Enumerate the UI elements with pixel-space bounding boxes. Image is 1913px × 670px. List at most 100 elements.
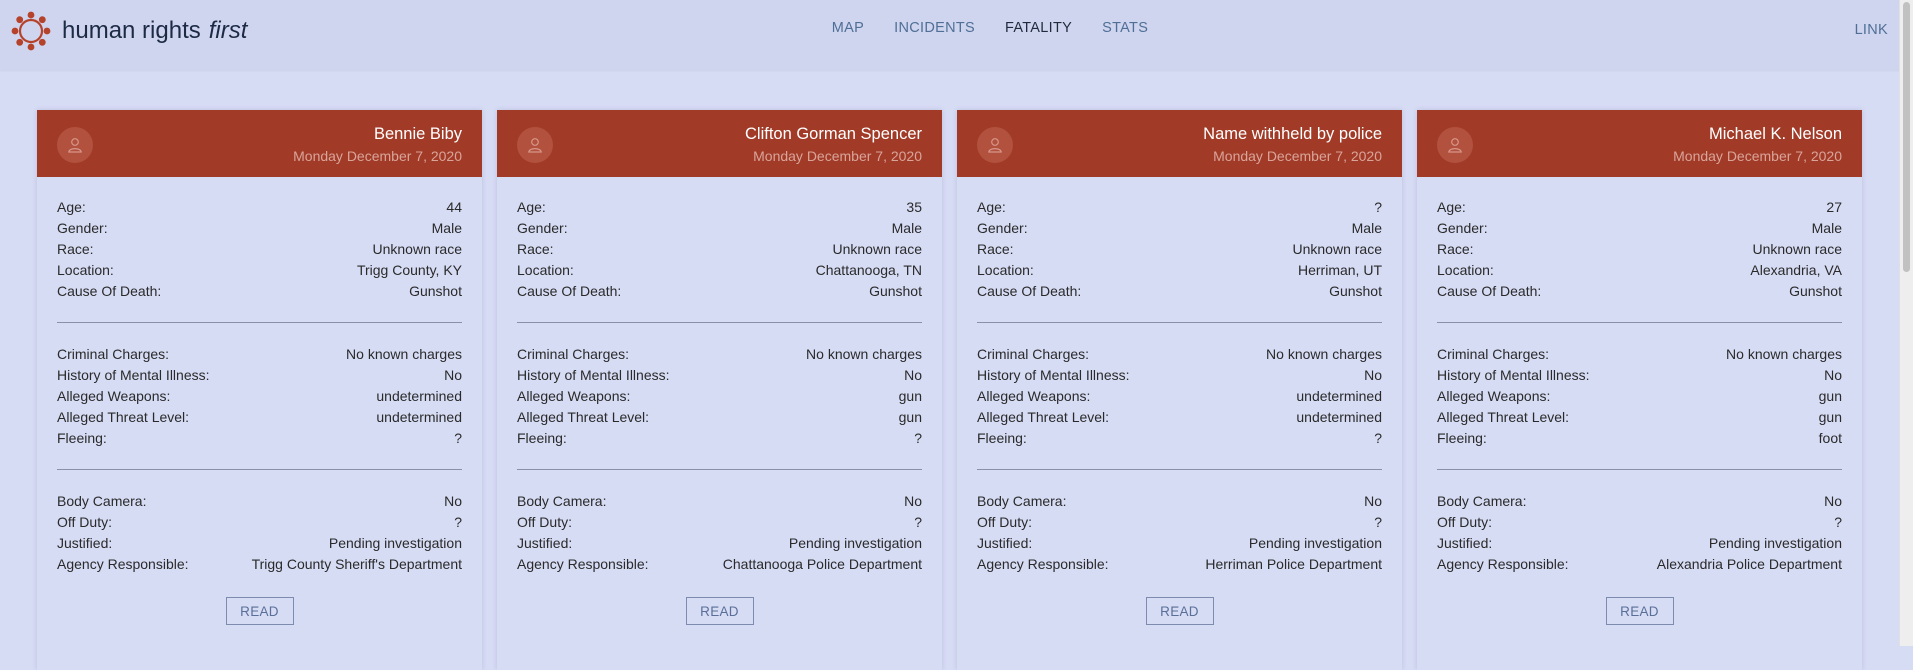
card-header: Michael K. Nelson Monday December 7, 202…: [1417, 110, 1862, 177]
row-offduty: Off Duty:?: [977, 512, 1382, 533]
read-button[interactable]: READ: [685, 597, 754, 625]
value-cause: Gunshot: [869, 283, 922, 299]
row-threat: Alleged Threat Level: undetermined: [57, 407, 462, 428]
read-button[interactable]: READ: [1145, 597, 1214, 625]
row-agency: Agency Responsible: Chattanooga Police De…: [517, 554, 922, 575]
nav-stats[interactable]: STATS: [1102, 20, 1148, 36]
row-mental: History of Mental Illness: No: [977, 365, 1382, 386]
row-location: Location: Herriman, UT: [977, 260, 1382, 281]
nav-incidents[interactable]: INCIDENTS: [894, 20, 975, 36]
divider: [977, 322, 1382, 323]
row-age: Age:?: [977, 197, 1382, 218]
row-cause: Cause Of Death: Gunshot: [1437, 281, 1842, 302]
value-agency: Trigg County Sheriff's Department: [251, 556, 462, 572]
nav-fatality[interactable]: FATALITY: [1005, 20, 1072, 36]
label-gender: Gender:: [517, 220, 568, 236]
label-agency: Agency Responsible:: [57, 556, 189, 572]
row-fleeing: Fleeing:?: [57, 428, 462, 449]
value-location: Herriman, UT: [1297, 262, 1382, 278]
nav-link-right[interactable]: LINK: [1855, 22, 1888, 38]
value-age: ?: [1374, 199, 1382, 215]
row-mental: History of Mental Illness: No: [57, 365, 462, 386]
label-gender: Gender:: [1437, 220, 1488, 236]
row-cause: Cause Of Death: Gunshot: [517, 281, 922, 302]
user-icon: [68, 138, 82, 153]
label-agency: Agency Responsible:: [1437, 556, 1569, 572]
value-location: Alexandria, VA: [1750, 262, 1842, 278]
avatar: [57, 127, 93, 163]
value-charges: No known charges: [1266, 346, 1382, 362]
value-justified: Pending investigation: [328, 535, 462, 551]
label-camera: Body Camera:: [1437, 493, 1527, 509]
label-age: Age:: [1437, 199, 1466, 215]
value-gender: Male: [431, 220, 462, 236]
label-gender: Gender:: [977, 220, 1028, 236]
label-weapons: Alleged Weapons:: [977, 388, 1091, 404]
read-button[interactable]: READ: [1605, 597, 1674, 625]
row-threat: Alleged Threat Level: gun: [1437, 407, 1842, 428]
row-agency: Agency Responsible: Alexandria Police Dep…: [1437, 554, 1842, 575]
value-threat: gun: [898, 409, 922, 425]
row-fleeing: Fleeing:?: [977, 428, 1382, 449]
label-fleeing: Fleeing:: [57, 430, 107, 446]
fatality-card: Bennie Biby Monday December 7, 2020 Age:…: [37, 110, 482, 670]
label-race: Race:: [57, 241, 94, 257]
value-camera: No: [1824, 493, 1842, 509]
row-age: Age: 44: [57, 197, 462, 218]
row-weapons: Alleged Weapons: undetermined: [977, 386, 1382, 407]
label-offduty: Off Duty:: [977, 514, 1032, 530]
card-body: Age: 27 Gender: Male Race: Unknown race Loc…: [1417, 177, 1862, 625]
value-threat: undetermined: [376, 409, 462, 425]
value-mental: No: [1364, 367, 1382, 383]
fatality-card: Clifton Gorman Spencer Monday December 7…: [497, 110, 942, 670]
label-age: Age:: [517, 199, 546, 215]
fatality-card: Michael K. Nelson Monday December 7, 202…: [1417, 110, 1862, 670]
label-location: Location:: [1437, 262, 1494, 278]
card-header: Clifton Gorman Spencer Monday December 7…: [497, 110, 942, 177]
value-gender: Male: [1351, 220, 1382, 236]
row-weapons: Alleged Weapons: undetermined: [57, 386, 462, 407]
label-mental: History of Mental Illness:: [977, 367, 1130, 383]
scrollbar-thumb[interactable]: [1903, 2, 1910, 272]
label-charges: Criminal Charges:: [977, 346, 1090, 362]
row-cause: Cause Of Death: Gunshot: [977, 281, 1382, 302]
value-weapons: undetermined: [1296, 388, 1382, 404]
read-wrap: READ: [517, 597, 922, 625]
page-scrollbar[interactable]: [1899, 0, 1913, 646]
value-offduty: ?: [1834, 514, 1842, 530]
top-navbar: human rights first MAP INCIDENTS FATALITY…: [0, 0, 1900, 70]
card-header: Name withheld by police Monday December …: [957, 110, 1402, 177]
label-charges: Criminal Charges:: [1437, 346, 1550, 362]
value-fleeing: ?: [454, 430, 462, 446]
victim-name: Michael K. Nelson: [1709, 125, 1842, 143]
victim-name: Bennie Biby: [373, 125, 462, 143]
label-fleeing: Fleeing:: [517, 430, 567, 446]
row-charges: Criminal Charges: No known charges: [57, 344, 462, 365]
user-icon: [528, 138, 542, 153]
row-cause: Cause Of Death: Gunshot: [57, 281, 462, 302]
main-nav: MAP INCIDENTS FATALITY STATS: [0, 20, 1900, 36]
read-button[interactable]: READ: [225, 597, 294, 625]
row-justified: Justified: Pending investigation: [57, 533, 462, 554]
label-charges: Criminal Charges:: [517, 346, 630, 362]
value-weapons: gun: [898, 388, 922, 404]
row-agency: Agency Responsible: Trigg County Sheriff'…: [57, 554, 462, 575]
value-mental: No: [904, 367, 922, 383]
row-gender: Gender: Male: [977, 218, 1382, 239]
row-race: Race: Unknown race: [977, 239, 1382, 260]
nav-map[interactable]: MAP: [832, 20, 864, 36]
row-weapons: Alleged Weapons: gun: [517, 386, 922, 407]
value-agency: Herriman Police Department: [1205, 556, 1382, 572]
label-threat: Alleged Threat Level:: [977, 409, 1110, 425]
value-gender: Male: [891, 220, 922, 236]
card-header: Bennie Biby Monday December 7, 2020: [37, 110, 482, 177]
label-race: Race:: [517, 241, 554, 257]
row-weapons: Alleged Weapons: gun: [1437, 386, 1842, 407]
label-location: Location:: [57, 262, 114, 278]
value-race: Unknown race: [832, 241, 923, 257]
row-mental: History of Mental Illness: No: [517, 365, 922, 386]
label-cause: Cause Of Death:: [517, 283, 622, 299]
value-fleeing: foot: [1818, 430, 1842, 446]
label-offduty: Off Duty:: [517, 514, 572, 530]
avatar: [517, 127, 553, 163]
